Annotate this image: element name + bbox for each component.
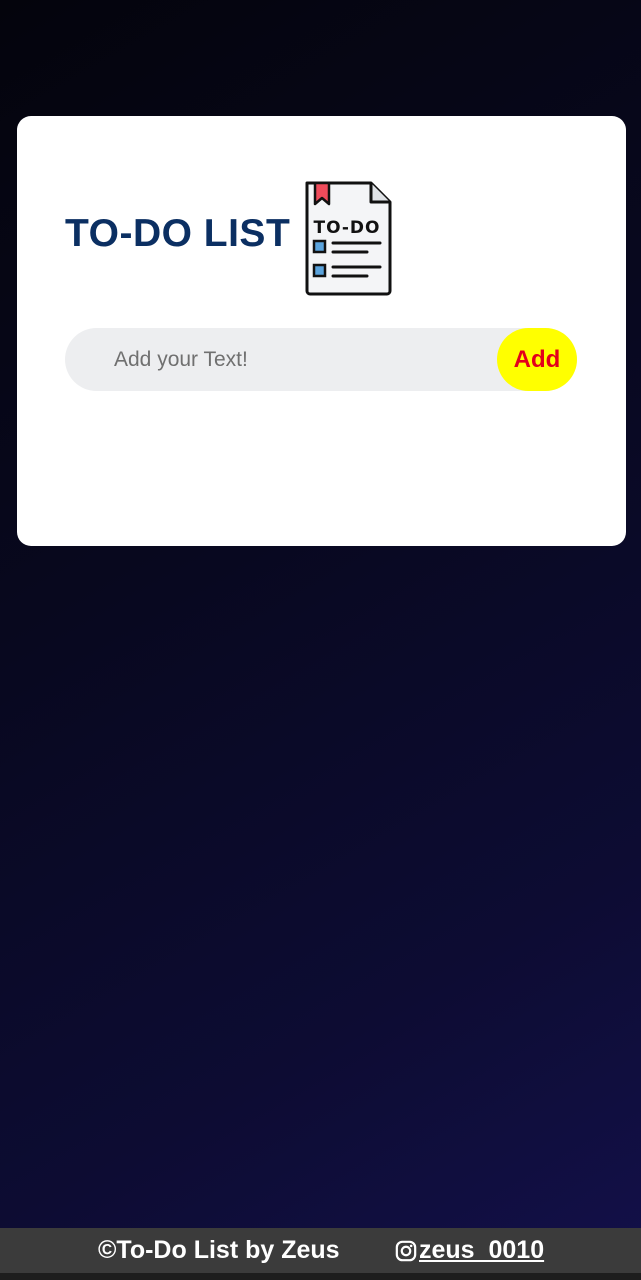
footer: ©To-Do List by Zeus zeus_0010 [0,1228,641,1273]
system-nav-strip [0,1273,641,1280]
add-button[interactable]: Add [497,328,577,391]
todo-card: TO-DO LIST TO-DO Add [17,116,626,546]
footer-credit: ©To-Do List by Zeus [98,1236,340,1264]
instagram-handle: zeus_0010 [419,1236,545,1264]
todo-icon-label: TO-DO [314,218,381,238]
todo-document-icon: TO-DO [305,181,392,296]
page-title: TO-DO LIST [65,212,291,255]
instagram-icon [395,1240,417,1261]
task-input[interactable] [65,328,495,391]
add-task-row: Add [65,328,577,391]
instagram-link[interactable]: zeus_0010 [395,1236,544,1265]
